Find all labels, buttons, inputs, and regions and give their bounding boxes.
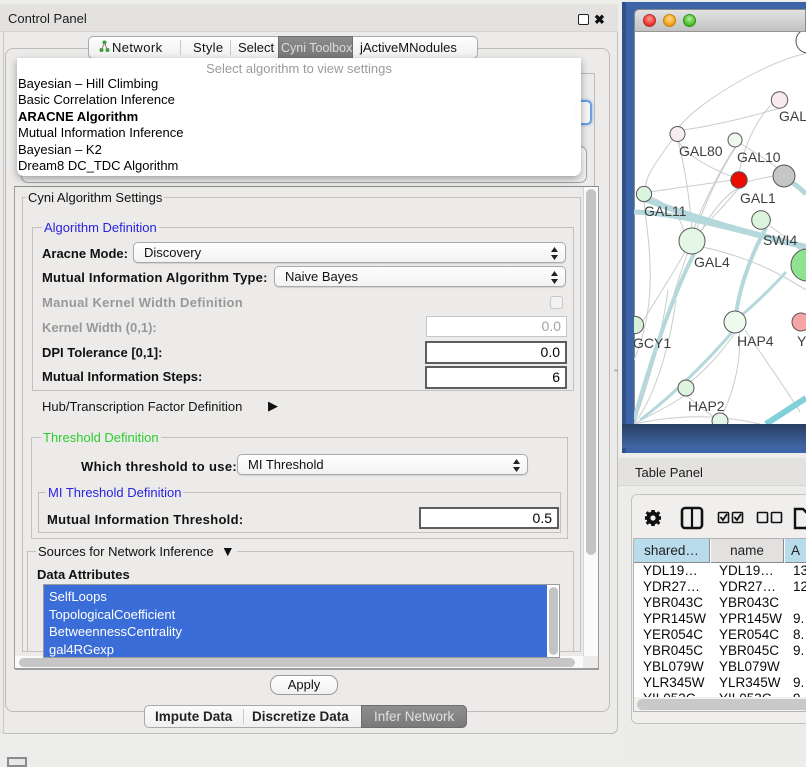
svg-text:HAP4: HAP4 xyxy=(737,333,774,349)
svg-text:GCY1: GCY1 xyxy=(634,335,671,351)
svg-text:GAL7: GAL7 xyxy=(779,108,806,124)
svg-text:HAP2: HAP2 xyxy=(688,398,725,414)
svg-text:SWI4: SWI4 xyxy=(763,232,797,248)
svg-text:GAL1: GAL1 xyxy=(740,190,776,206)
svg-text:GAL4: GAL4 xyxy=(694,254,730,270)
svg-text:GAL11: GAL11 xyxy=(644,203,687,219)
svg-text:YJ: YJ xyxy=(797,333,806,349)
svg-text:GAL10: GAL10 xyxy=(737,149,781,165)
svg-text:GAL80: GAL80 xyxy=(679,143,723,159)
